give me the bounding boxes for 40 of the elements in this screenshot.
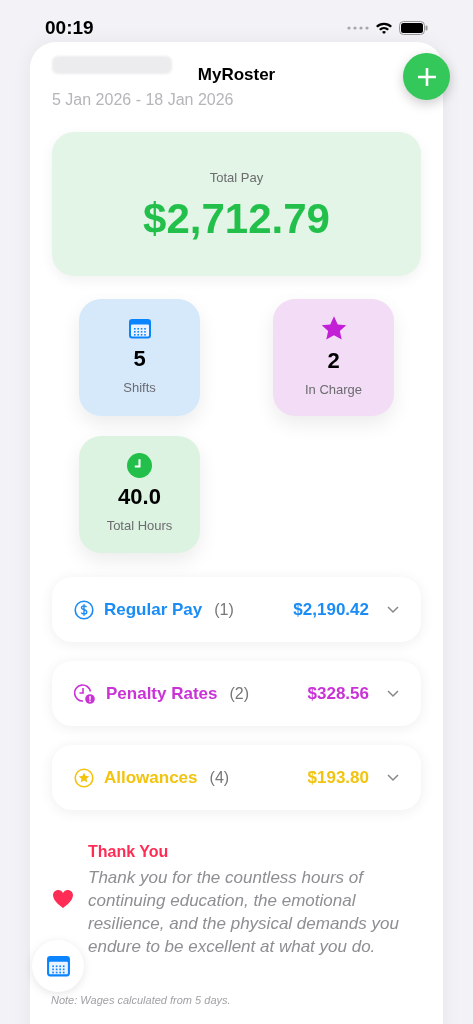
- stat-value: 5: [133, 347, 146, 370]
- pay-category-row[interactable]: Regular Pay (1) $2,190.42: [52, 577, 421, 642]
- category-count: (2): [229, 683, 250, 704]
- footnote: Note: Wages calculated from 5 days.: [51, 993, 231, 1008]
- chevron-down-icon: [387, 689, 399, 698]
- chevron-down-icon: [387, 605, 399, 614]
- wifi-icon: [375, 21, 393, 35]
- category-amount: $2,190.42: [293, 598, 369, 621]
- total-pay-amount: $2,712.79: [143, 197, 330, 240]
- category-label: Regular Pay: [104, 598, 203, 621]
- category-label: Allowances: [104, 766, 198, 789]
- chevron-down-icon: [387, 773, 399, 782]
- stat-label: Shifts: [123, 378, 156, 397]
- stat-value: 40.0: [118, 486, 161, 509]
- app-title: MyRoster: [197, 64, 276, 86]
- stat-label: Total Hours: [106, 517, 173, 536]
- stat-label: In Charge: [304, 381, 363, 400]
- pay-category-row[interactable]: Penalty Rates (2) $328.56: [52, 661, 421, 726]
- category-label: Penalty Rates: [106, 682, 218, 705]
- pay-category-row[interactable]: Allowances (4) $193.80: [52, 745, 421, 810]
- category-amount: $193.80: [307, 766, 369, 789]
- category-count: (4): [209, 767, 230, 788]
- heart-icon: [52, 889, 74, 909]
- signal-icon: [347, 26, 369, 30]
- calendar-icon: [45, 954, 71, 978]
- battery-icon: [399, 21, 428, 35]
- calendar-icon: [127, 317, 152, 340]
- category-count: (1): [214, 599, 234, 620]
- date-range: 5 Jan 2026 - 18 Jan 2026: [52, 90, 234, 110]
- clock-icon: [127, 453, 152, 479]
- category-amount: $328.56: [307, 682, 369, 705]
- total-pay-label: Total Pay: [209, 169, 264, 188]
- clock-alert-icon: [74, 682, 96, 705]
- star-circle-icon: [74, 767, 94, 788]
- thanks-title: Thank You: [88, 842, 170, 862]
- plus-icon: [416, 66, 437, 87]
- status-time: 00:19: [45, 15, 94, 40]
- dollar-icon: [74, 599, 94, 620]
- stat-value: 2: [327, 350, 340, 373]
- thanks-message: Thank you for the countless hours of continuing education, the emotional resilience, and the physical demands you endure to be excellent at what you do.: [88, 867, 400, 958]
